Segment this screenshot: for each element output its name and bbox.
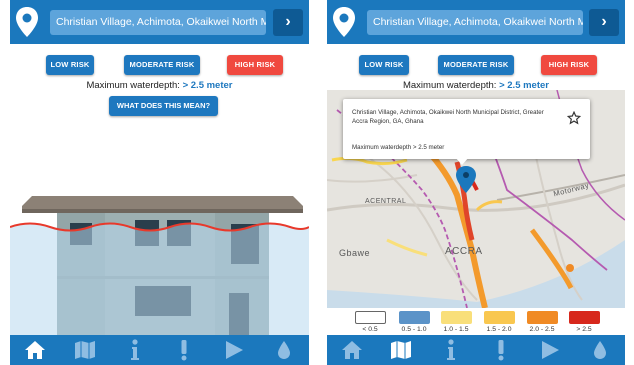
popup-pointer <box>455 157 469 165</box>
search-go-button[interactable]: › <box>589 9 619 36</box>
moderate-risk-button[interactable]: MODERATE RISK <box>124 55 200 75</box>
legend-label: 0.5 - 1.0 <box>401 326 427 333</box>
map-label-accra: ACCRA <box>445 246 483 257</box>
home-icon[interactable] <box>19 337 51 363</box>
flooded-house-illustration <box>10 196 309 338</box>
flood-risk-house-screen: Christian Village, Achimota, Okaikwei No… <box>10 0 309 365</box>
moderate-risk-button[interactable]: MODERATE RISK <box>438 55 514 75</box>
popup-address: Christian Village, Achimota, Okaikwei No… <box>352 109 544 125</box>
max-waterdepth-text: Maximum waterdepth: > 2.5 meter <box>10 80 309 91</box>
search-go-button[interactable]: › <box>273 9 303 36</box>
legend-swatch <box>441 311 472 324</box>
legend-swatch <box>569 311 600 324</box>
bottom-nav-bar <box>327 335 625 365</box>
home-icon[interactable] <box>336 337 368 363</box>
max-waterdepth-value: > 2.5 meter <box>182 80 233 91</box>
flood-water <box>10 223 309 338</box>
info-icon[interactable] <box>119 337 151 363</box>
location-search-input[interactable]: Christian Village, Achimota, Okaikwei No… <box>367 10 583 35</box>
play-icon[interactable] <box>218 337 250 363</box>
high-risk-button[interactable]: HIGH RISK <box>541 55 597 75</box>
legend-swatch <box>399 311 430 324</box>
what-does-this-mean-button[interactable]: WHAT DOES THIS MEAN? <box>109 96 218 116</box>
legend-swatch <box>484 311 515 324</box>
alert-icon[interactable] <box>485 337 517 363</box>
water-drop-icon[interactable] <box>268 337 300 363</box>
waterdepth-legend: < 0.5 0.5 - 1.0 1.0 - 1.5 1.5 - 2.0 2.0 … <box>327 309 625 335</box>
legend-label: 1.5 - 2.0 <box>486 326 512 333</box>
app-header: Christian Village, Achimota, Okaikwei No… <box>10 0 309 44</box>
map-label-central: ACENTRAL <box>365 198 407 205</box>
low-risk-button[interactable]: LOW RISK <box>46 55 94 75</box>
map-icon[interactable] <box>385 337 417 363</box>
max-waterdepth-label: Maximum waterdepth: <box>86 80 180 91</box>
popup-waterdepth: Maximum waterdepth > 2.5 meter <box>352 144 445 151</box>
alert-icon[interactable] <box>168 337 200 363</box>
map-label-gbawe: Gbawe <box>339 248 371 258</box>
legend-label: < 0.5 <box>362 326 378 333</box>
location-pin-icon[interactable] <box>14 6 40 38</box>
low-risk-button[interactable]: LOW RISK <box>359 55 409 75</box>
high-risk-button[interactable]: HIGH RISK <box>227 55 283 75</box>
legend-swatch <box>527 311 558 324</box>
water-drop-icon[interactable] <box>584 337 616 363</box>
location-search-input[interactable]: Christian Village, Achimota, Okaikwei No… <box>50 10 266 35</box>
play-icon[interactable] <box>534 337 566 363</box>
location-popup: Christian Village, Achimota, Okaikwei No… <box>343 99 590 159</box>
legend-label: > 2.5 <box>576 326 592 333</box>
bottom-nav-bar <box>10 335 309 365</box>
app-header: Christian Village, Achimota, Okaikwei No… <box>327 0 625 44</box>
flood-risk-map-screen: Christian Village, Achimota, Okaikwei No… <box>327 0 625 365</box>
info-icon[interactable] <box>435 337 467 363</box>
legend-label: 2.0 - 2.5 <box>529 326 555 333</box>
map-icon[interactable] <box>69 337 101 363</box>
legend-swatch <box>355 311 386 324</box>
location-pin-icon[interactable] <box>331 6 357 38</box>
favorite-star-icon[interactable] <box>566 110 582 125</box>
legend-label: 1.0 - 1.5 <box>443 326 469 333</box>
